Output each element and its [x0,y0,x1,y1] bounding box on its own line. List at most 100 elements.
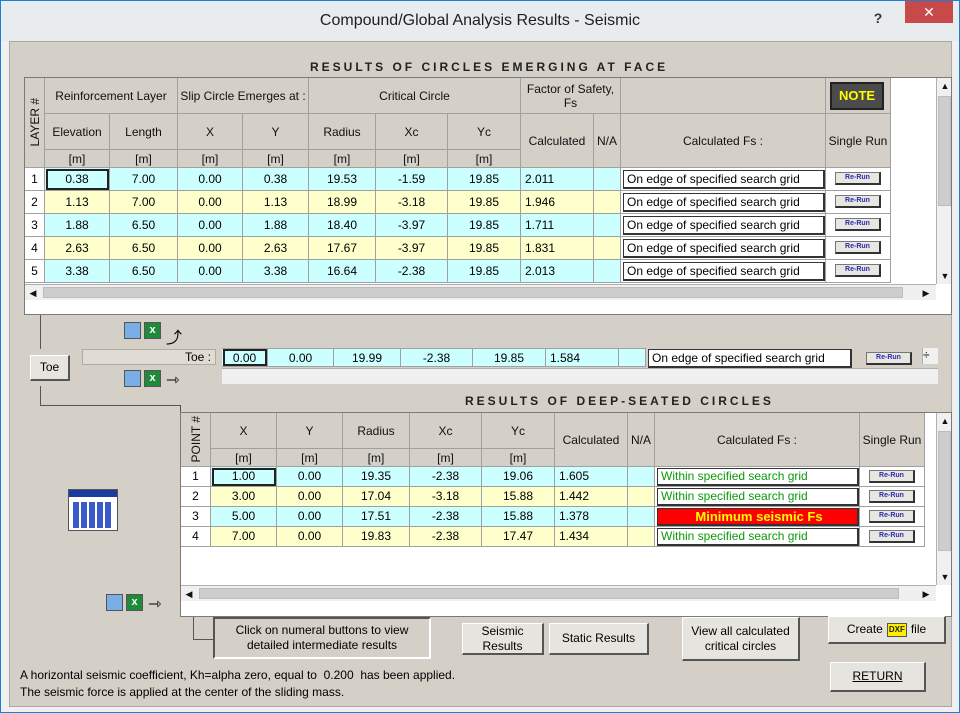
excel-icon[interactable]: x [126,594,143,611]
row-number[interactable]: 1 [25,168,45,191]
help-button[interactable]: ? [865,7,891,31]
dxf-icon: DXF [886,622,907,637]
create-dxf-button[interactable]: Create DXF file [828,616,946,644]
scroll-thumb[interactable] [938,96,951,206]
status-text: Within specified search grid [657,528,859,546]
x-cell: 0.00 [178,260,243,283]
xc-header: Xc [376,114,448,150]
connector-line [40,386,41,406]
y-cell: 0.00 [277,467,343,487]
rerun-button[interactable]: Re-Run [835,172,881,185]
arrow-icon: ⇾ [166,372,180,389]
note-button[interactable]: NOTE [830,82,884,110]
xc-cell: -2.38 [410,527,482,547]
excel-icon[interactable]: x [144,322,161,339]
rerun-button[interactable]: Re-Run [869,510,915,523]
yc-cell: 19.85 [448,237,521,260]
calculated-header: Calculated [555,413,628,467]
deep-horizontal-scrollbar[interactable]: ◀ ▶ [181,585,936,601]
radius-cell: 18.40 [309,214,376,237]
row-number[interactable]: 4 [25,237,45,260]
radius-cell: 19.35 [343,467,410,487]
status-text: On edge of specified search grid [623,170,825,189]
deep-vertical-scrollbar[interactable]: ▲ ▼ [936,413,951,585]
excel-icon[interactable]: x [144,370,161,387]
row-number[interactable]: 4 [181,527,211,547]
radius-cell: 19.83 [343,527,410,547]
yc-cell: 15.88 [482,487,555,507]
xc-cell: -1.59 [376,168,448,191]
printer-icon[interactable] [124,370,141,387]
slip-circle-header: Slip Circle Emerges at : [178,78,309,114]
elevation-cell: 1.88 [45,214,110,237]
unit-label: [m] [410,449,482,467]
scroll-right-arrow[interactable]: ▶ [918,586,934,602]
toe-rerun-button[interactable]: Re-Run [866,352,912,365]
scroll-up-arrow[interactable]: ▲ [937,413,951,429]
yc-cell: 15.88 [482,507,555,527]
scroll-left-arrow[interactable]: ◀ [181,586,197,602]
toe-spin[interactable]: ÷ [922,348,938,364]
rerun-button[interactable]: Re-Run [869,530,915,543]
xc-header: Xc [410,413,482,449]
y-cell: 0.38 [243,168,309,191]
na-cell [594,214,621,237]
toe-horizontal-scrollbar[interactable] [222,368,938,384]
radius-cell: 17.04 [343,487,410,507]
toe-na-cell [619,348,646,367]
deep-results-heading: RESULTS OF DEEP-SEATED CIRCLES [465,394,774,408]
fs-cell: 1.946 [521,191,594,214]
scroll-down-arrow[interactable]: ▼ [937,569,951,585]
return-button[interactable]: RETURN [830,662,926,692]
row-number[interactable]: 2 [181,487,211,507]
x-cell: 0.00 [178,168,243,191]
row-number[interactable]: 2 [25,191,45,214]
rerun-button[interactable]: Re-Run [835,264,881,277]
scroll-thumb[interactable] [43,287,903,298]
rerun-button[interactable]: Re-Run [835,241,881,254]
view-all-circles-button[interactable]: View all calculated critical circles [682,617,800,661]
seismic-results-button[interactable]: Seismic Results [462,623,544,655]
na-cell [594,237,621,260]
face-vertical-scrollbar[interactable]: ▲ ▼ [936,78,951,284]
fs-cell: 2.011 [521,168,594,191]
rerun-button[interactable]: Re-Run [835,195,881,208]
toe-button[interactable]: Toe [30,355,70,381]
row-number[interactable]: 1 [181,467,211,487]
scroll-up-arrow[interactable]: ▲ [937,78,951,94]
scroll-down-arrow[interactable]: ▼ [937,268,951,284]
close-button[interactable]: ✕ [905,1,953,23]
fs-cell: 1.378 [555,507,628,527]
static-results-button[interactable]: Static Results [549,623,649,655]
rerun-button[interactable]: Re-Run [835,218,881,231]
scroll-thumb[interactable] [938,431,951,551]
factor-of-safety-header: Factor of Safety, Fs [521,78,621,114]
y-cell: 0.00 [277,507,343,527]
elevation-cell: 2.63 [45,237,110,260]
fs-cell: 1.442 [555,487,628,507]
printer-icon[interactable] [106,594,123,611]
toe-label: Toe : [82,349,216,365]
radius-header: Radius [343,413,410,449]
connector-line [40,315,41,349]
unit-label: [m] [482,449,555,467]
face-horizontal-scrollbar[interactable]: ◀ ▶ [25,284,936,300]
yc-cell: 19.85 [448,191,521,214]
row-number[interactable]: 3 [25,214,45,237]
row-number[interactable]: 3 [181,507,211,527]
window-title: Compound/Global Analysis Results - Seism… [319,12,641,29]
row-number[interactable]: 5 [25,260,45,283]
scroll-thumb[interactable] [199,588,899,599]
rerun-button[interactable]: Re-Run [869,490,915,503]
calculated-fs-header: Calculated Fs : [621,114,826,168]
calculated-fs-header: Calculated Fs : [655,413,860,467]
arrow-icon: ⇾ [148,596,162,613]
y-cell: 0.00 [277,527,343,547]
printer-icon[interactable] [124,322,141,339]
rerun-button[interactable]: Re-Run [869,470,915,483]
scroll-left-arrow[interactable]: ◀ [25,285,41,301]
calculator-icon[interactable] [68,489,118,531]
elevation-cell: 3.38 [45,260,110,283]
scroll-right-arrow[interactable]: ▶ [918,285,934,301]
radius-cell: 19.53 [309,168,376,191]
